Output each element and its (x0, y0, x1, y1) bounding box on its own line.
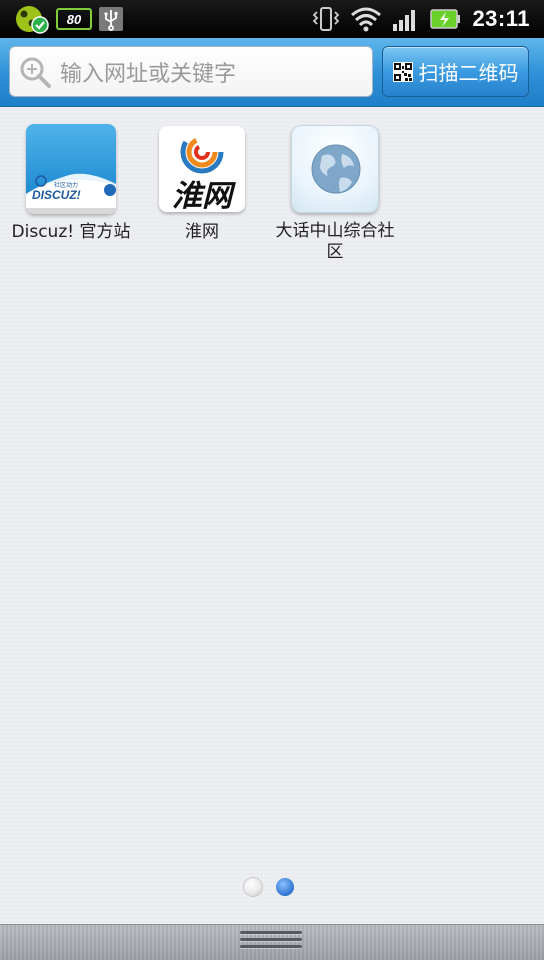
menu-handle-icon[interactable] (240, 931, 302, 952)
discuz-logo-text: DISCUZ! (32, 188, 81, 202)
scan-qr-label: 扫描二维码 (418, 61, 519, 85)
vibrate-icon (313, 7, 340, 31)
huaiwang-logo-text: 淮网 (172, 179, 236, 212)
wifi-icon (351, 7, 382, 32)
qr-code-icon (392, 61, 413, 82)
shortcut-dahua-zhongshan[interactable]: 大话中山综合社区 (270, 124, 400, 263)
search-input[interactable]: 输入网址或关键字 (9, 46, 373, 97)
scan-qr-button[interactable]: 扫描二维码 (382, 46, 529, 97)
shortcut-huaiwang[interactable]: 淮网 淮网 (137, 124, 267, 243)
page-indicator (244, 878, 294, 896)
shortcut-label: 淮网 (185, 222, 219, 242)
discuz-logo-icon: 社区动力 DISCUZ! (26, 124, 116, 214)
signal-icon (393, 10, 416, 31)
search-bar: 输入网址或关键字 扫描二维码 (0, 38, 544, 107)
app-notification-icon (16, 6, 49, 34)
search-placeholder: 输入网址或关键字 (60, 61, 237, 87)
status-clock: 23:11 (472, 6, 530, 31)
usb-icon (99, 7, 123, 31)
shortcut-discuz[interactable]: 社区动力 DISCUZ! Discuz! 官方站 (6, 124, 136, 243)
search-icon (20, 57, 51, 88)
page-dot-1[interactable] (244, 878, 262, 896)
page-dot-2-active[interactable] (276, 878, 294, 896)
huaiwang-logo-icon: 淮网 (159, 126, 245, 212)
status-bar: 80 23:11 (0, 0, 544, 38)
shortcut-label: 大话中山综合社区 (275, 221, 395, 262)
shortcut-label: Discuz! 官方站 (11, 222, 131, 242)
battery-badge: 80 (56, 8, 92, 30)
battery-icon (430, 9, 461, 29)
bottom-menu-bar[interactable] (0, 924, 544, 960)
globe-icon (291, 125, 379, 213)
